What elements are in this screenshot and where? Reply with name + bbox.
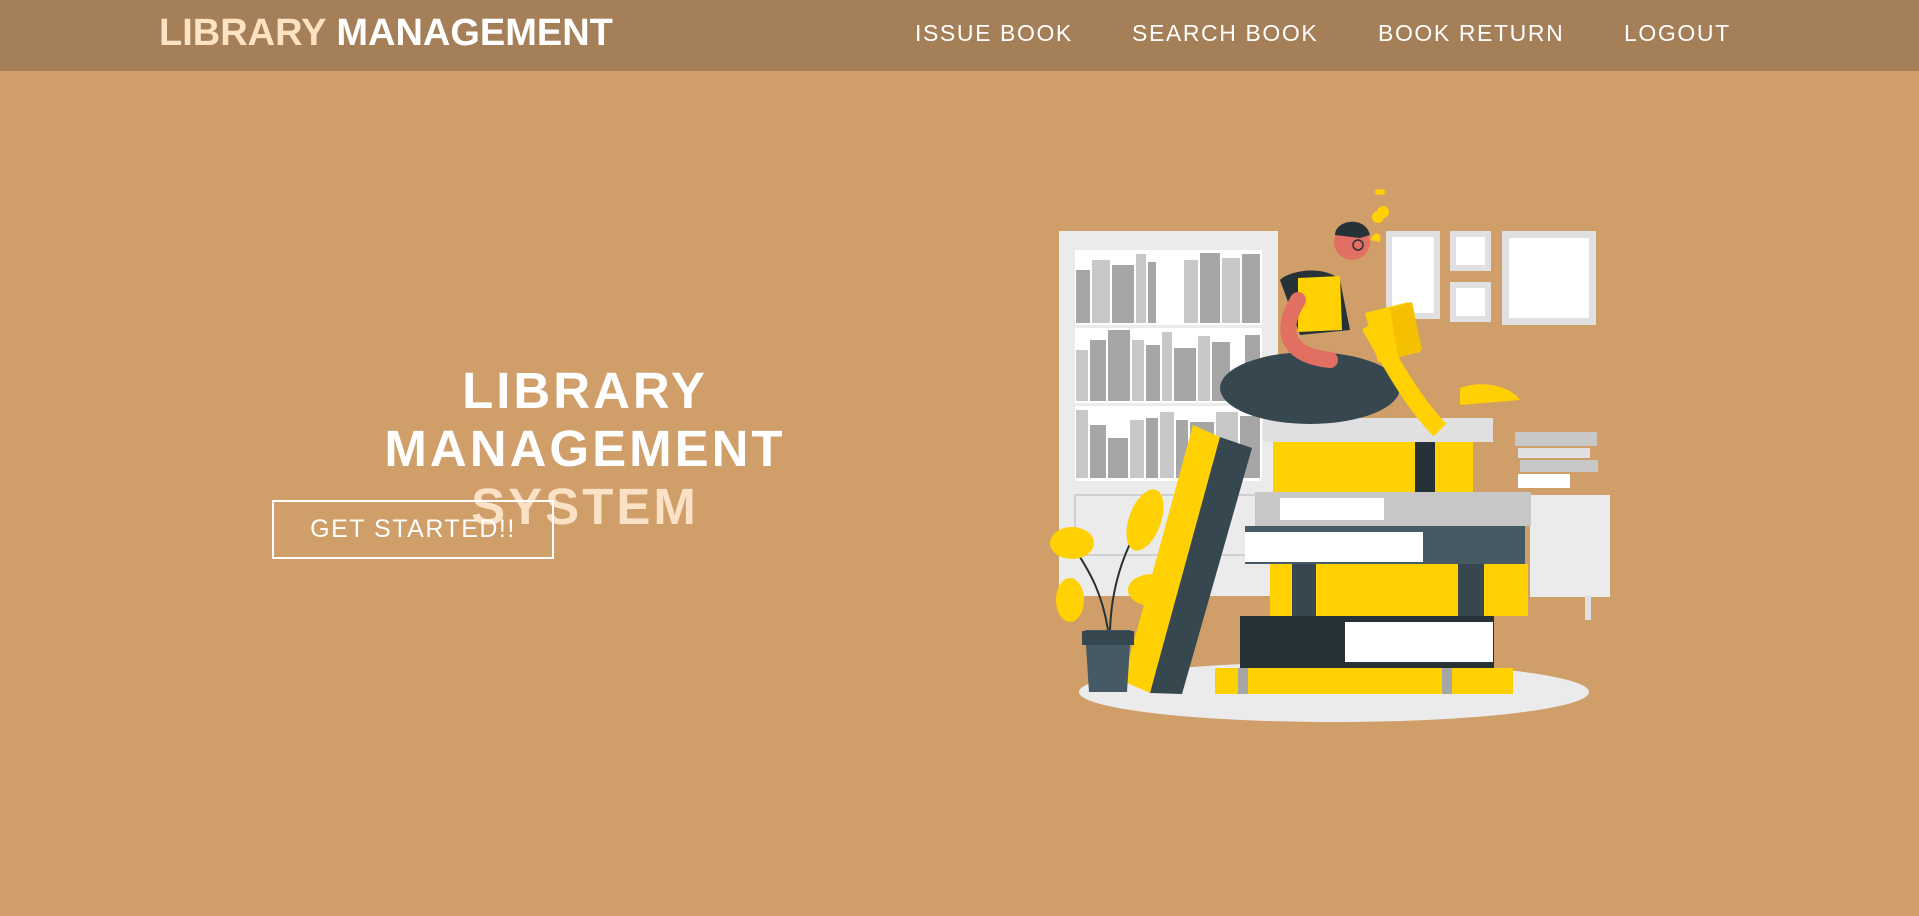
hero-title-line2-main: MANAGEMENT — [384, 420, 786, 477]
top-navbar: LIBRARY MANAGEMENT ISSUE BOOK SEARCH BOO… — [0, 0, 1919, 71]
get-started-button[interactable]: GET STARTED!! — [272, 500, 554, 559]
nav-search-book[interactable]: SEARCH BOOK — [1132, 18, 1318, 48]
reading-person-illustration — [1040, 180, 1620, 740]
nav-links: ISSUE BOOK SEARCH BOOK BOOK RETURN LOGOU… — [0, 18, 1919, 48]
hero-title-line1: LIBRARY — [462, 362, 708, 419]
reading-person-on-books-icon — [1050, 189, 1610, 722]
nav-book-return[interactable]: BOOK RETURN — [1378, 18, 1564, 48]
nav-issue-book[interactable]: ISSUE BOOK — [915, 18, 1073, 48]
nav-logout[interactable]: LOGOUT — [1624, 18, 1731, 48]
